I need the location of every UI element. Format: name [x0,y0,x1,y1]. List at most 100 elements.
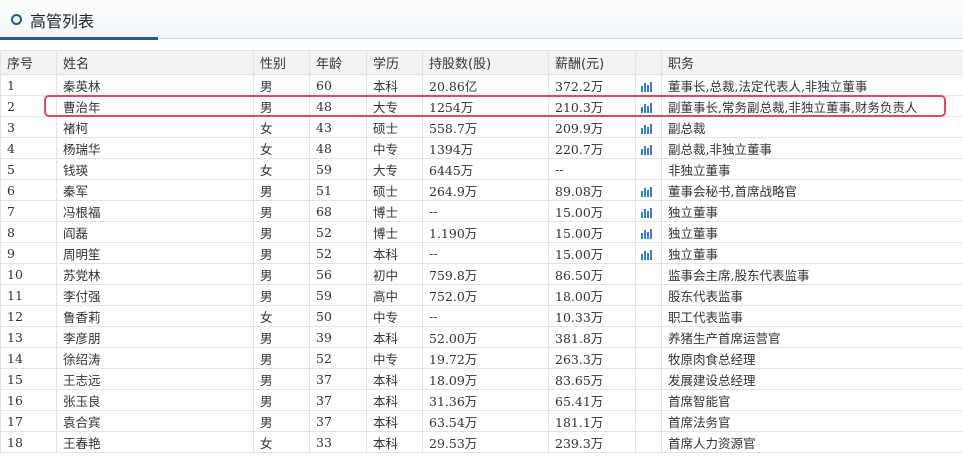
cell-salary: 10.33万 [548,305,636,327]
cell-age: 33 [309,431,367,453]
cell-salary: 18.00万 [548,284,636,306]
cell-position: 董事长,总裁,法定代表人,非独立董事 [661,74,963,96]
cell-salary: 220.7万 [548,137,636,159]
cell-name[interactable]: 杨瑞华 [56,137,254,159]
cell-no: 18 [0,431,57,453]
cell-chart [635,221,662,243]
col-header-shares: 持股数(股) [422,50,549,75]
cell-name[interactable]: 王春艳 [56,431,254,453]
bar-chart-icon[interactable] [640,144,653,155]
cell-no: 5 [0,158,57,180]
cell-position: 独立董事 [661,242,963,264]
cell-no: 1 [0,74,57,96]
cell-chart [635,137,662,159]
cell-shares: 264.9万 [422,179,549,201]
cell-position: 首席人力资源官 [661,431,963,453]
bar-chart-icon[interactable] [640,102,653,113]
cell-name[interactable]: 鲁香莉 [56,305,254,327]
cell-no: 16 [0,389,57,411]
cell-shares: 558.7万 [422,116,549,138]
cell-name[interactable]: 冯根福 [56,200,254,222]
cell-no: 2 [0,95,57,117]
cell-name[interactable]: 周明笙 [56,242,254,264]
cell-gender: 男 [253,242,310,264]
cell-gender: 男 [253,284,310,306]
bar-chart-icon[interactable] [640,228,653,239]
cell-name[interactable]: 李彦朋 [56,326,254,348]
cell-name[interactable]: 阎磊 [56,221,254,243]
cell-gender: 男 [253,95,310,117]
cell-gender: 男 [253,74,310,96]
cell-no: 15 [0,368,57,390]
cell-name[interactable]: 曹治年 [56,95,254,117]
cell-shares: 1394万 [422,137,549,159]
cell-gender: 男 [253,263,310,285]
cell-education: 本科 [366,431,423,453]
cell-name[interactable]: 褚柯 [56,116,254,138]
table-row: 17 袁合宾男 37 本科 63.54万 181.1万 首席法务官 [0,410,963,432]
col-header-name: 姓名 [56,50,254,75]
cell-salary: 181.1万 [548,410,636,432]
table-row: 11 李付强男 59 高中 752.0万 18.00万 股东代表监事 [0,284,963,306]
table-row: 12 鲁香莉女 50 中专 -- 10.33万 职工代表监事 [0,305,963,327]
cell-name[interactable]: 苏党林 [56,263,254,285]
cell-chart [635,95,662,117]
cell-shares: 759.8万 [422,263,549,285]
cell-name[interactable]: 秦军 [56,179,254,201]
cell-salary: 86.50万 [548,263,636,285]
cell-age: 59 [309,158,367,180]
cell-chart [635,200,662,222]
cell-position: 副总裁 [661,116,963,138]
cell-shares: -- [422,305,549,327]
cell-shares: 31.36万 [422,389,549,411]
cell-chart [635,305,662,327]
cell-name[interactable]: 秦英林 [56,74,254,96]
cell-salary: 65.41万 [548,389,636,411]
cell-education: 大专 [366,158,423,180]
cell-gender: 男 [253,410,310,432]
cell-gender: 女 [253,158,310,180]
cell-salary: 15.00万 [548,200,636,222]
cell-position: 首席智能官 [661,389,963,411]
cell-gender: 女 [253,137,310,159]
col-header-chart [635,50,662,75]
bar-chart-icon[interactable] [640,81,653,92]
cell-chart [635,284,662,306]
cell-name[interactable]: 张玉良 [56,389,254,411]
cell-education: 本科 [366,326,423,348]
cell-gender: 男 [253,200,310,222]
cell-education: 本科 [366,242,423,264]
cell-education: 中专 [366,305,423,327]
cell-shares: -- [422,200,549,222]
bar-chart-icon[interactable] [640,186,653,197]
table-row: 4 杨瑞华女 48 中专 1394万 220.7万 副总裁,非独立董事 [0,137,963,159]
col-header-gender: 性别 [253,50,310,75]
cell-name[interactable]: 钱瑛 [56,158,254,180]
bar-chart-icon[interactable] [640,123,653,134]
cell-chart [635,179,662,201]
bar-chart-icon[interactable] [640,249,653,260]
cell-no: 11 [0,284,57,306]
cell-no: 12 [0,305,57,327]
cell-age: 52 [309,242,367,264]
cell-gender: 男 [253,389,310,411]
cell-salary: 372.2万 [548,74,636,96]
cell-chart [635,389,662,411]
cell-gender: 男 [253,368,310,390]
cell-name[interactable]: 徐绍涛 [56,347,254,369]
cell-no: 14 [0,347,57,369]
cell-name[interactable]: 李付强 [56,284,254,306]
table-row: 2 曹治年男 48 大专 1254万 210.3万 副董事长,常务副总裁,非独立董事,财务负… [0,95,963,117]
bar-chart-icon[interactable] [640,207,653,218]
cell-age: 37 [309,410,367,432]
cell-age: 48 [309,137,367,159]
table-row: 10 苏党林男 56 初中 759.8万 86.50万 监事会主席,股东代表监事 [0,263,963,285]
cell-education: 初中 [366,263,423,285]
cell-gender: 男 [253,221,310,243]
cell-position: 独立董事 [661,200,963,222]
cell-name[interactable]: 袁合宾 [56,410,254,432]
cell-name[interactable]: 王志远 [56,368,254,390]
cell-position: 首席法务官 [661,410,963,432]
cell-education: 中专 [366,347,423,369]
cell-salary: 239.3万 [548,431,636,453]
